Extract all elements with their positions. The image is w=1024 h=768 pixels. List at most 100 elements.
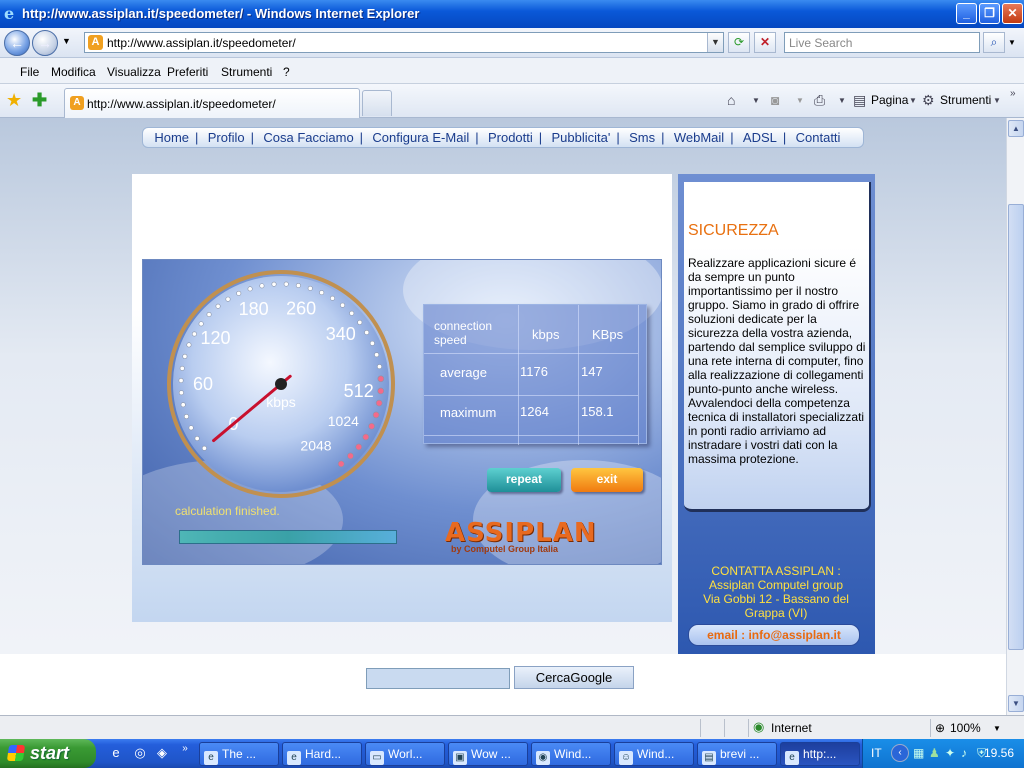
forward-button[interactable]: → <box>32 30 58 56</box>
exit-button[interactable]: exit <box>571 468 643 492</box>
gauge-dot <box>347 452 354 460</box>
back-button[interactable]: ← <box>4 30 30 56</box>
taskbar-item[interactable]: ◉ Wind... <box>531 742 611 766</box>
chevron-more-icon[interactable]: » <box>1010 88 1016 99</box>
feeds-dropdown-icon[interactable]: ▼ <box>796 96 804 105</box>
user-icon[interactable]: ♟ <box>929 746 940 760</box>
add-favorite-icon[interactable]: ✚ <box>32 90 47 111</box>
page-dropdown-icon[interactable]: ▼ <box>909 96 917 105</box>
feeds-icon[interactable]: ◙ <box>771 92 779 108</box>
close-button[interactable]: ✕ <box>1002 3 1023 24</box>
scroll-up-icon[interactable]: ▲ <box>1008 120 1024 137</box>
address-dropdown-icon[interactable]: ▼ <box>707 33 723 52</box>
nav-separator: | <box>538 130 543 145</box>
print-dropdown-icon[interactable]: ▼ <box>838 96 846 105</box>
nav-prodotti[interactable]: Prodotti <box>488 128 533 147</box>
menu-help[interactable]: ? <box>283 65 290 79</box>
gauge-dot <box>283 281 289 287</box>
assiplan-logo: ASSIPLAN by Computel Group Italia <box>445 518 625 556</box>
home-dropdown-icon[interactable]: ▼ <box>752 96 760 105</box>
gauge-dot <box>375 399 383 407</box>
gauge-dot <box>236 290 242 296</box>
table-divider <box>578 305 579 445</box>
menu-bar: File Modifica Visualizza Preferiti Strum… <box>0 58 1024 84</box>
favorites-star-icon[interactable]: ★ <box>6 90 22 111</box>
new-tab-button[interactable] <box>362 90 392 116</box>
gauge-dot <box>377 375 385 383</box>
window-title: http://www.assiplan.it/speedometer/ - Wi… <box>22 6 420 21</box>
nav-webmail[interactable]: WebMail <box>674 128 724 147</box>
tab-speedometer[interactable]: A http://www.assiplan.it/speedometer/ <box>64 88 360 118</box>
contact-line: Assiplan Computel group <box>708 578 844 592</box>
nav-pubblicita[interactable]: Pubblicita' <box>552 128 611 147</box>
minimize-button[interactable]: _ <box>956 3 977 24</box>
history-dropdown-icon[interactable]: ▼ <box>62 36 71 46</box>
menu-strumenti[interactable]: Strumenti <box>221 65 272 79</box>
repeat-button[interactable]: repeat <box>487 468 561 492</box>
zoom-level[interactable]: 100% <box>950 721 981 735</box>
gauge-dot <box>206 312 212 318</box>
taskbar-item-active[interactable]: e http:... <box>780 742 860 766</box>
menu-file[interactable]: File <box>20 65 39 79</box>
gauge-dot <box>186 342 192 348</box>
scroll-down-icon[interactable]: ▼ <box>1008 695 1024 712</box>
address-bar[interactable]: A http://www.assiplan.it/speedometer/ ▼ <box>84 32 724 53</box>
print-icon[interactable]: ⎙ <box>814 92 825 109</box>
tools-dropdown-icon[interactable]: ▼ <box>993 96 1001 105</box>
nav-sms[interactable]: Sms <box>629 128 655 147</box>
nav-configura-email[interactable]: Configura E-Mail <box>372 128 469 147</box>
gauge-dot <box>357 319 363 325</box>
search-icon[interactable]: ⌕ <box>983 32 1005 53</box>
logo-subtitle: by Computel Group Italia <box>451 544 559 554</box>
maximize-button[interactable]: ❐ <box>979 3 1000 24</box>
gauge-dot <box>372 411 380 419</box>
bluetooth-icon[interactable]: ✦ <box>945 746 955 760</box>
nav-home[interactable]: Home <box>154 128 189 147</box>
volume-icon[interactable]: ♪ <box>961 746 967 760</box>
nav-cosa-facciamo[interactable]: Cosa Facciamo <box>263 128 353 147</box>
language-indicator[interactable]: IT <box>871 746 882 760</box>
search-options-icon[interactable]: ▼ <box>1008 38 1016 47</box>
nav-profilo[interactable]: Profilo <box>208 128 245 147</box>
home-icon[interactable]: ⌂ <box>727 92 735 108</box>
menu-modifica[interactable]: Modifica <box>51 65 96 79</box>
taskbar-item[interactable]: ▣ Wow ... <box>448 742 528 766</box>
tools-menu-button[interactable]: Strumenti <box>940 93 991 107</box>
taskbar-item[interactable]: e Hard... <box>282 742 362 766</box>
menu-visualizza[interactable]: Visualizza <box>107 65 161 79</box>
nav-adsl[interactable]: ADSL <box>743 128 777 147</box>
menu-preferiti[interactable]: Preferiti <box>167 65 208 79</box>
taskbar-item[interactable]: e The ... <box>199 742 279 766</box>
refresh-button[interactable]: ⟳ <box>728 32 750 53</box>
start-label: start <box>30 743 70 763</box>
email-link[interactable]: email : info@assiplan.it <box>688 624 860 646</box>
gauge-dot <box>340 302 346 308</box>
quicklaunch-more-icon[interactable]: » <box>177 741 193 757</box>
google-search-input[interactable] <box>366 668 510 689</box>
speed-gauge: 06012018026034051210242048 kbps <box>167 270 395 498</box>
tray-expand-icon[interactable]: ‹ <box>891 744 909 762</box>
taskbar-item[interactable]: ▭ Worl... <box>365 742 445 766</box>
stop-button[interactable]: ✕ <box>754 32 776 53</box>
gauge-dot <box>271 281 277 287</box>
nav-contatti[interactable]: Contatti <box>796 128 841 147</box>
gauge-dot <box>247 286 253 292</box>
zoom-dropdown-icon[interactable]: ▼ <box>993 724 1001 733</box>
game-icon: ▣ <box>453 751 467 765</box>
live-search-input[interactable]: Live Search <box>784 32 980 53</box>
gauge-dot <box>225 296 231 302</box>
google-search-button[interactable]: CercaGoogle <box>514 666 634 689</box>
tab-bar: ★ ✚ A http://www.assiplan.it/speedometer… <box>0 84 1024 118</box>
quicklaunch-app2-icon[interactable]: ◈ <box>154 745 170 761</box>
page-menu-button[interactable]: Pagina <box>871 93 908 107</box>
network-icon[interactable]: ▦ <box>913 746 924 760</box>
gauge-dot <box>295 283 301 289</box>
vertical-scrollbar[interactable]: ▲ ▼ <box>1006 118 1024 715</box>
taskbar-item[interactable]: ☺ Wind... <box>614 742 694 766</box>
quicklaunch-ie-icon[interactable]: e <box>108 745 124 761</box>
taskbar-item[interactable]: ▤ brevi ... <box>697 742 777 766</box>
scroll-thumb[interactable] <box>1008 204 1024 650</box>
quicklaunch-app-icon[interactable]: ◎ <box>132 745 148 761</box>
start-button[interactable]: start <box>0 739 96 768</box>
gauge-dot <box>369 340 375 346</box>
